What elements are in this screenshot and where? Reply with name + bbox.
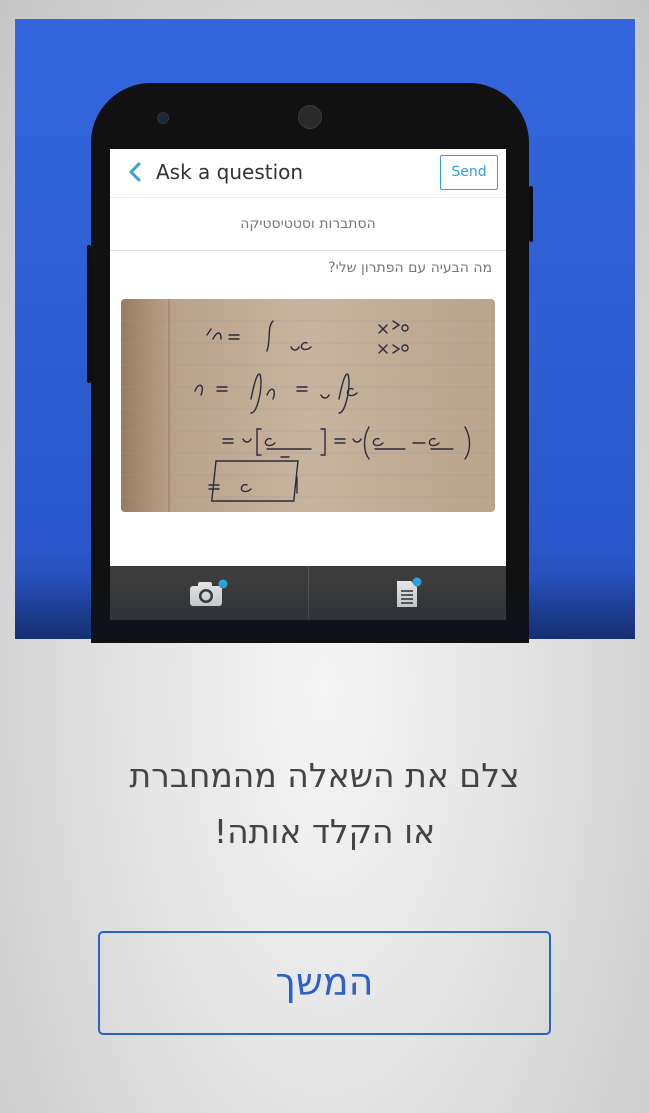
subject-selector[interactable]: הסתברות וסטטיסטיקה — [110, 198, 506, 251]
camera-button[interactable] — [110, 566, 308, 620]
continue-button[interactable]: המשך — [98, 931, 551, 1035]
phone-speaker — [298, 105, 322, 129]
phone-front-camera — [157, 112, 169, 124]
phone-power-key — [529, 186, 533, 242]
back-chevron-icon[interactable] — [126, 158, 146, 186]
onboarding-instruction: צלם את השאלה מהמחברת או הקלד אותה! — [0, 748, 649, 860]
app-title: Ask a question — [156, 160, 304, 184]
phone-volume-key — [87, 245, 91, 383]
question-field[interactable]: מה הבעיה עם הפתרון שלי? — [328, 260, 492, 276]
document-add-icon — [396, 577, 421, 607]
phone-screen: Ask a question Send הסתברות וסטטיסטיקה מ… — [110, 149, 506, 620]
attachment-toolbar — [110, 566, 506, 620]
app-bar: Ask a question Send — [110, 149, 506, 198]
attached-photo[interactable] — [121, 299, 495, 512]
camera-add-icon — [190, 579, 228, 606]
type-question-button[interactable] — [307, 566, 507, 620]
instruction-line-1: צלם את השאלה מהמחברת — [129, 756, 520, 795]
instruction-line-2: או הקלד אותה! — [213, 812, 436, 851]
send-button[interactable]: Send — [440, 155, 498, 190]
